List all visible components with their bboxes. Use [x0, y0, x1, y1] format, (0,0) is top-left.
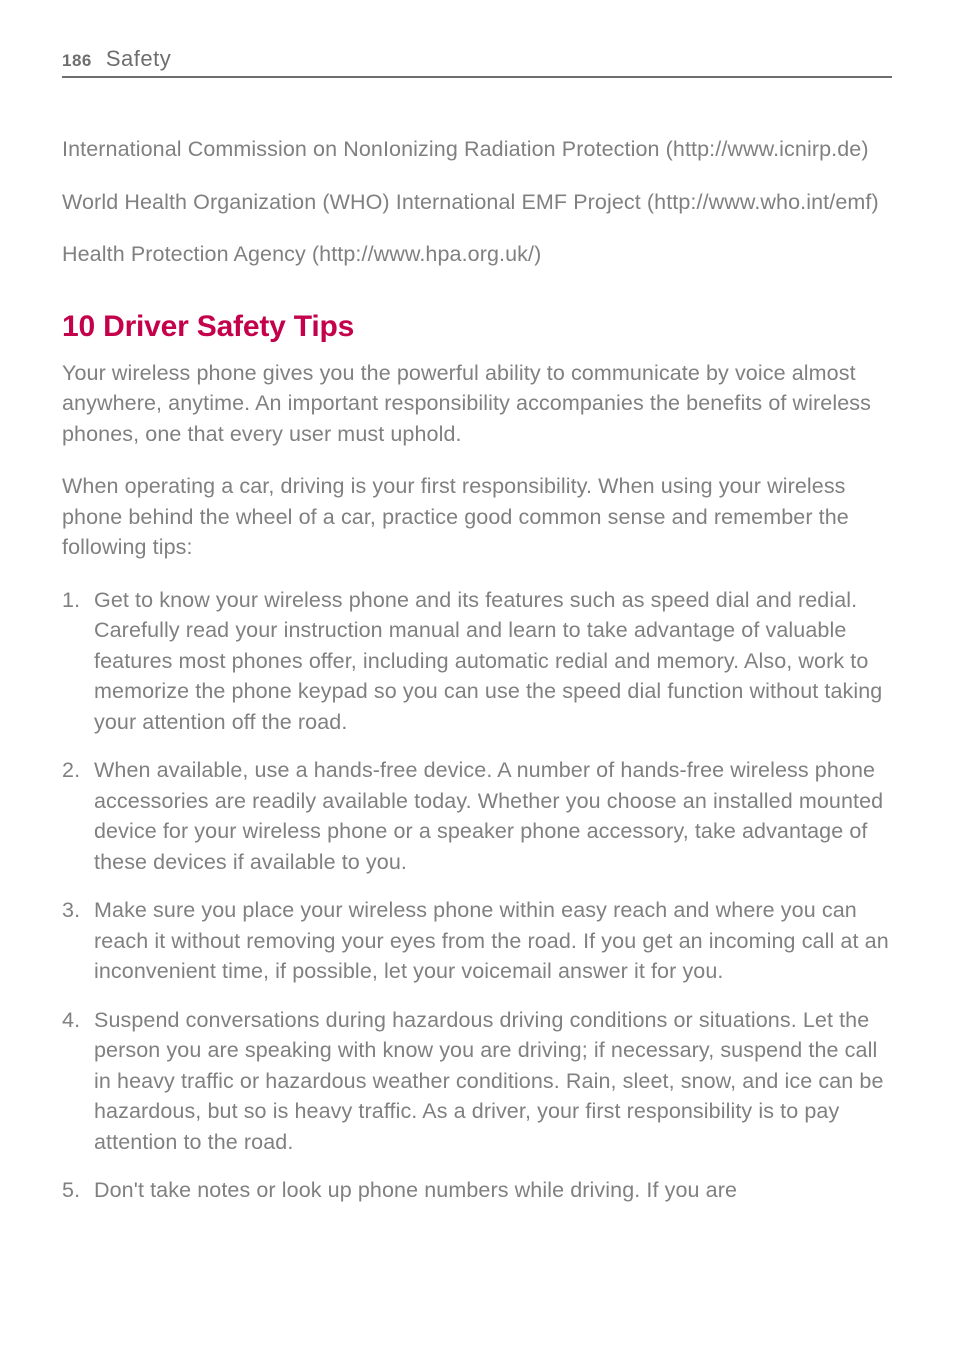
- page-number: 186: [62, 51, 92, 71]
- body-paragraph: When operating a car, driving is your fi…: [62, 471, 892, 563]
- intro-paragraph: International Commission on NonIonizing …: [62, 134, 892, 165]
- list-item: Make sure you place your wireless phone …: [62, 895, 892, 987]
- section-title: Safety: [106, 46, 171, 72]
- list-item: Suspend conversations during hazardous d…: [62, 1005, 892, 1158]
- list-item: Get to know your wireless phone and its …: [62, 585, 892, 738]
- intro-paragraph: Health Protection Agency (http://www.hpa…: [62, 239, 892, 270]
- page-header: 186 Safety: [62, 46, 892, 78]
- tips-list: Get to know your wireless phone and its …: [62, 585, 892, 1206]
- intro-paragraph: World Health Organization (WHO) Internat…: [62, 187, 892, 218]
- section-heading: 10 Driver Safety Tips: [62, 310, 892, 344]
- list-item: When available, use a hands-free device.…: [62, 755, 892, 877]
- document-page: 186 Safety International Commission on N…: [0, 0, 954, 1264]
- body-paragraph: Your wireless phone gives you the powerf…: [62, 358, 892, 450]
- list-item: Don't take notes or look up phone number…: [62, 1175, 892, 1206]
